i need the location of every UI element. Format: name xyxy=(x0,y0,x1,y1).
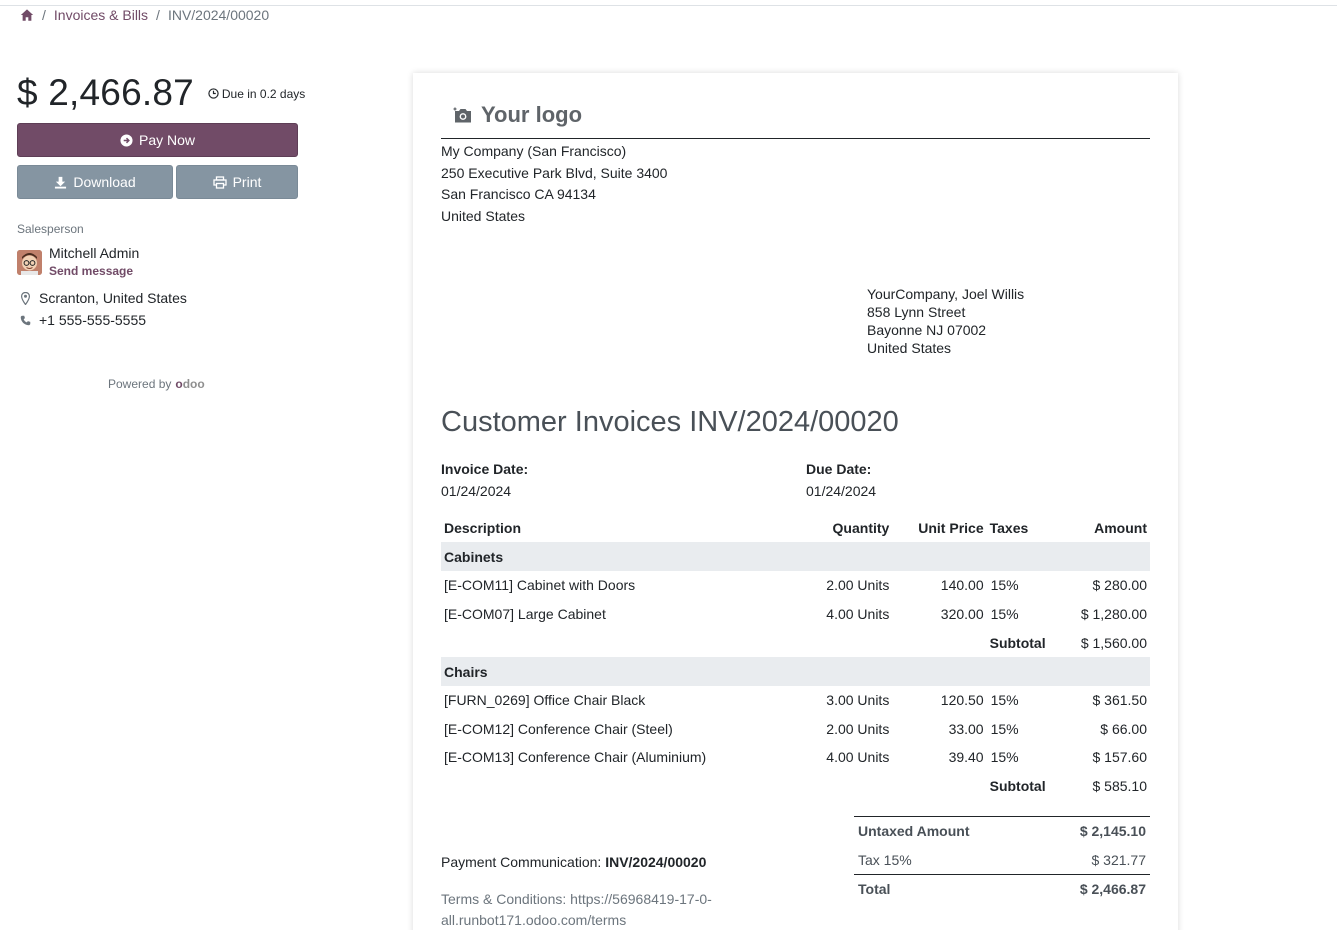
subtotal-row: Subtotal $ 1,560.00 xyxy=(989,634,1147,651)
due-text: Due in 0.2 days xyxy=(221,86,306,101)
total-row: Total $ 2,466.87 xyxy=(854,874,1150,904)
payment-communication: Payment Communication: INV/2024/00020 xyxy=(441,854,706,870)
pay-now-button[interactable]: Pay Now xyxy=(17,123,298,157)
col-description: Description xyxy=(444,520,522,536)
amount-summary: $ 2,466.87 Due in 0.2 days xyxy=(17,72,305,114)
clock-icon xyxy=(208,88,219,99)
due-date: 01/24/2024 xyxy=(806,483,877,499)
phone-icon xyxy=(20,315,31,325)
untaxed-row: Untaxed Amount $ 2,145.10 xyxy=(854,816,1150,846)
download-label: Download xyxy=(73,174,136,190)
salesperson-phone: +1 555-555-5555 xyxy=(20,312,146,328)
breadcrumb: / Invoices & Bills / INV/2024/00020 xyxy=(20,7,269,23)
avatar-icon xyxy=(17,250,42,275)
camera-icon xyxy=(453,107,471,122)
tax-row: Tax 15% $ 321.77 xyxy=(854,846,1150,875)
odoo-logo[interactable]: odoo xyxy=(175,377,204,391)
table-row: [E-COM13] Conference Chair (Aluminium) 4… xyxy=(444,749,1147,766)
customer-address: YourCompany, Joel Willis 858 Lynn Street… xyxy=(867,286,1025,356)
powered-by: Powered by odoo xyxy=(108,377,205,391)
header-divider xyxy=(441,138,1150,139)
invoice-date-label: Invoice Date: xyxy=(441,461,529,477)
invoice-lines-table: Description Quantity Unit Price Taxes Am… xyxy=(441,514,1150,801)
total-label: Total xyxy=(854,874,1037,904)
invoice-date: 01/24/2024 xyxy=(441,483,512,499)
totals-table: Untaxed Amount $ 2,145.10 Tax 15% $ 321.… xyxy=(854,816,1150,904)
location-text: Scranton, United States xyxy=(39,290,187,306)
avatar xyxy=(17,250,42,275)
payment-communication-label: Payment Communication: xyxy=(441,854,602,870)
col-unit-price: Unit Price xyxy=(918,520,984,536)
breadcrumb-current: INV/2024/00020 xyxy=(167,7,270,23)
print-icon xyxy=(212,175,227,189)
salesperson-label: Salesperson xyxy=(17,222,84,236)
top-border xyxy=(0,5,1337,6)
subtotal-row: Subtotal $ 585.10 xyxy=(989,778,1147,794)
company-logo: Your logo xyxy=(453,102,582,128)
breadcrumb-separator: / xyxy=(156,7,160,23)
home-icon[interactable] xyxy=(20,8,34,22)
download-icon xyxy=(55,176,67,189)
pay-now-label: Pay Now xyxy=(138,132,196,148)
breadcrumb-separator: / xyxy=(42,7,46,23)
terms-and-conditions: Terms & Conditions: https://56968419-17-… xyxy=(441,891,712,928)
amount-due: $ 2,466.87 xyxy=(17,72,194,113)
col-taxes: Taxes xyxy=(989,520,1029,536)
due-date-label: Due Date: xyxy=(806,461,872,477)
send-message-link[interactable]: Send message xyxy=(49,264,133,278)
total-amount: $ 2,466.87 xyxy=(1036,874,1150,904)
arrow-circle-right-icon xyxy=(120,133,133,147)
table-row: [E-COM12] Conference Chair (Steel) 2.00 … xyxy=(444,720,1147,737)
invoice-document: Your logo My Company (San Francisco) 250… xyxy=(413,73,1178,930)
company-address: My Company (San Francisco) 250 Executive… xyxy=(441,143,668,224)
tax-amount: $ 321.77 xyxy=(1091,851,1147,868)
salesperson-location: Scranton, United States xyxy=(20,290,187,306)
untaxed-amount: $ 2,145.10 xyxy=(1036,816,1150,846)
table-row: [E-COM07] Large Cabinet 4.00 Units 320.0… xyxy=(444,605,1147,622)
breadcrumb-invoices-bills[interactable]: Invoices & Bills xyxy=(54,7,148,23)
untaxed-label: Untaxed Amount xyxy=(854,816,1037,846)
map-marker-icon xyxy=(20,291,31,305)
invoice-title: Customer Invoices INV/2024/00020 xyxy=(441,406,899,438)
table-row: [E-COM11] Cabinet with Doors 2.00 Units … xyxy=(444,577,1147,594)
print-button[interactable]: Print xyxy=(176,165,298,199)
section-row: Cabinets xyxy=(441,542,1150,571)
download-button[interactable]: Download xyxy=(17,165,173,199)
table-header: Description Quantity Unit Price Taxes Am… xyxy=(441,514,1150,542)
powered-by-text: Powered by xyxy=(108,377,172,391)
salesperson-name: Mitchell Admin xyxy=(49,245,140,261)
tax-label: Tax 15% xyxy=(858,851,912,868)
phone-text: +1 555-555-5555 xyxy=(39,312,147,328)
col-quantity: Quantity xyxy=(832,520,890,536)
due-info: Due in 0.2 days xyxy=(208,87,305,101)
table-row: [FURN_0269] Office Chair Black 3.00 Unit… xyxy=(444,692,1147,709)
logo-text: Your logo xyxy=(481,102,583,127)
print-label: Print xyxy=(232,174,262,190)
section-row: Chairs xyxy=(441,657,1150,686)
col-amount: Amount xyxy=(1094,520,1147,536)
payment-communication-value: INV/2024/00020 xyxy=(605,854,707,870)
